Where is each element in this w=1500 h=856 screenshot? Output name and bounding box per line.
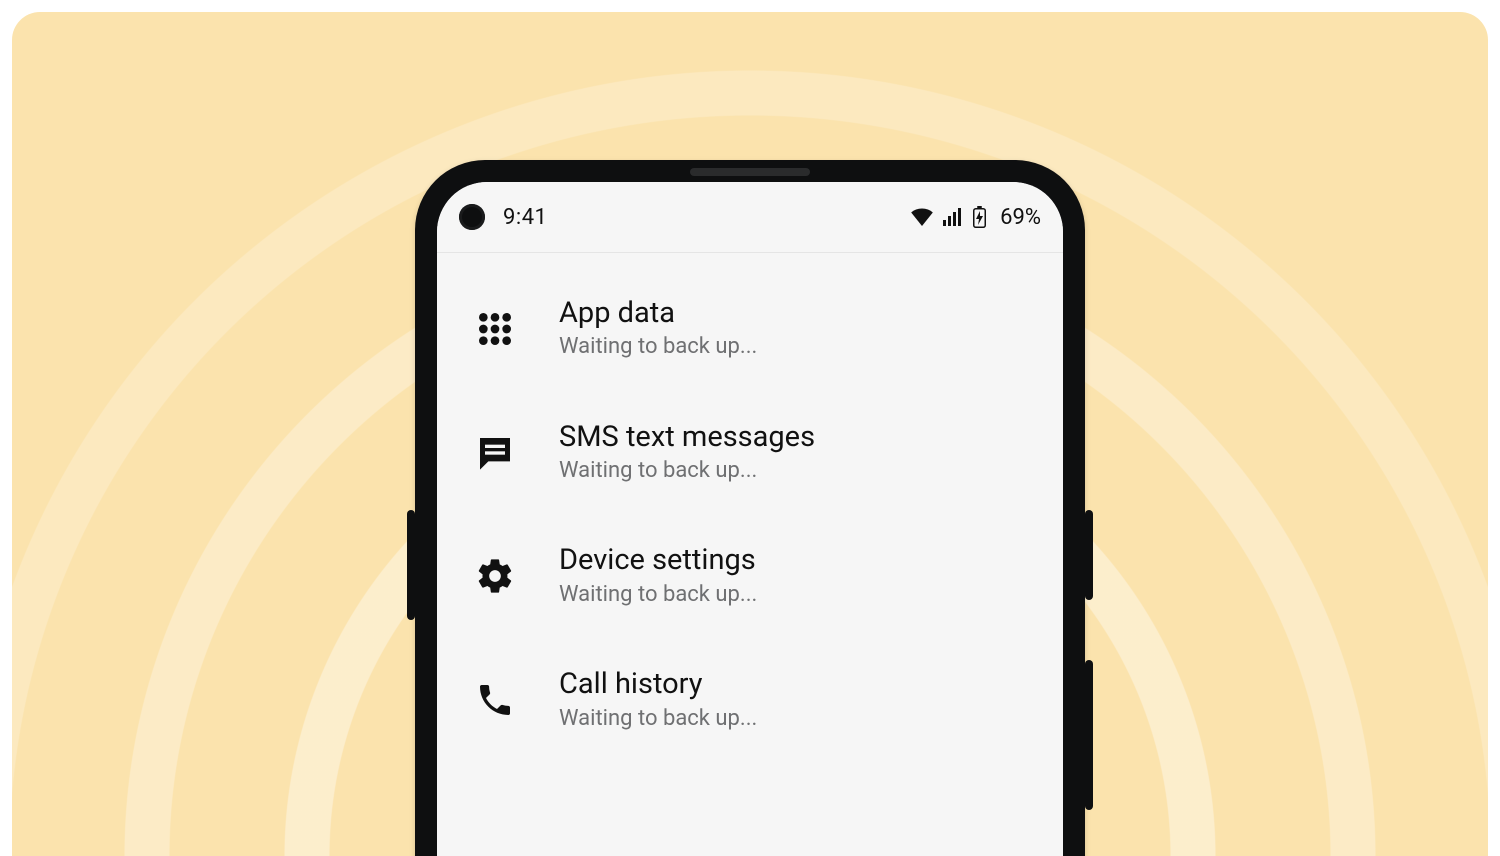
apps-grid-icon (471, 305, 519, 353)
backup-item-device-settings[interactable]: Device settings Waiting to back up... (437, 514, 1063, 638)
canvas: 9:41 (0, 0, 1500, 856)
phone-screen: 9:41 (437, 182, 1063, 856)
backup-item-title: Call history (559, 668, 757, 701)
backup-item-subtitle: Waiting to back up... (559, 458, 815, 484)
phone-speaker (690, 168, 810, 176)
battery-percentage: 69% (1000, 205, 1041, 230)
background-card: 9:41 (12, 12, 1488, 856)
backup-item-title: SMS text messages (559, 421, 815, 454)
message-icon (471, 429, 519, 477)
phone-side-button-right-1 (1085, 510, 1093, 600)
backup-item-title: App data (559, 297, 757, 330)
status-time: 9:41 (503, 205, 547, 230)
backup-item-call-history[interactable]: Call history Waiting to back up... (437, 638, 1063, 762)
phone-mockup: 9:41 (415, 160, 1085, 856)
backup-item-title: Device settings (559, 544, 757, 577)
status-bar: 9:41 (437, 182, 1063, 253)
status-icons: 69% (911, 205, 1041, 230)
battery-icon (973, 206, 986, 228)
backup-list: App data Waiting to back up... (437, 253, 1063, 762)
backup-item-app-data[interactable]: App data Waiting to back up... (437, 267, 1063, 391)
backup-item-sms[interactable]: SMS text messages Waiting to back up... (437, 391, 1063, 515)
cellular-icon (943, 208, 963, 226)
phone-icon (471, 676, 519, 724)
backup-item-subtitle: Waiting to back up... (559, 582, 757, 608)
phone-side-button-right-2 (1085, 660, 1093, 810)
wifi-icon (911, 208, 933, 226)
camera-hole (459, 204, 485, 230)
backup-item-subtitle: Waiting to back up... (559, 706, 757, 732)
phone-side-button-left (407, 510, 415, 620)
phone-shell: 9:41 (415, 160, 1085, 856)
backup-item-subtitle: Waiting to back up... (559, 334, 757, 360)
gear-icon (471, 552, 519, 600)
